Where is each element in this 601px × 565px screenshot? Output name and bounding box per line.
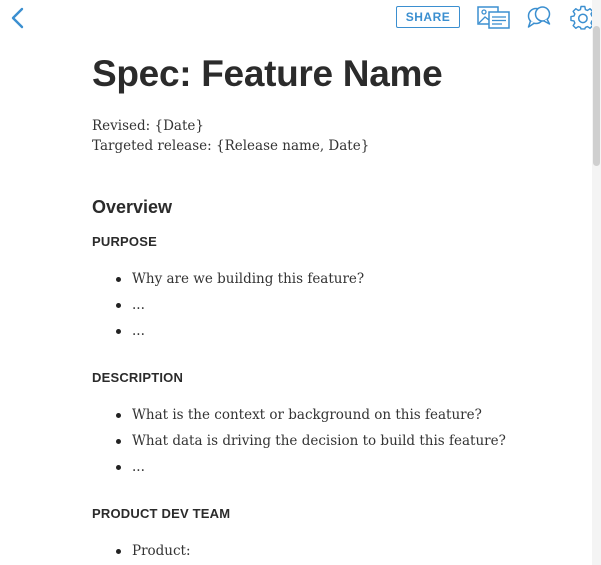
purpose-list: Why are we building this feature? ... ..…	[92, 266, 582, 344]
list-item[interactable]: Product:	[92, 538, 582, 564]
scrollbar-thumb[interactable]	[593, 26, 600, 166]
comments-icon	[527, 6, 551, 28]
scrollbar-track[interactable]	[592, 0, 601, 565]
comments-button[interactable]	[526, 5, 552, 31]
targeted-release-line[interactable]: Targeted release: {Release name, Date}	[92, 136, 582, 156]
list-item[interactable]: What data is driving the decision to bui…	[92, 428, 582, 454]
list-item[interactable]: ...	[92, 454, 582, 480]
share-button[interactable]: SHARE	[396, 6, 460, 28]
product-dev-team-heading[interactable]: PRODUCT DEV TEAM	[92, 506, 582, 521]
product-dev-team-list: Product:	[92, 538, 582, 564]
document-body[interactable]: Spec: Feature Name Revised: {Date} Targe…	[92, 52, 582, 564]
document-title[interactable]: Spec: Feature Name	[92, 52, 582, 96]
list-item[interactable]: Why are we building this feature?	[92, 266, 582, 292]
chevron-left-icon	[11, 7, 24, 29]
list-item[interactable]: ...	[92, 292, 582, 318]
description-heading[interactable]: DESCRIPTION	[92, 370, 582, 385]
revised-line[interactable]: Revised: {Date}	[92, 116, 582, 136]
media-button[interactable]	[477, 6, 511, 30]
document-meta: Revised: {Date} Targeted release: {Relea…	[92, 116, 582, 156]
media-library-icon	[477, 6, 510, 29]
list-item[interactable]: ...	[92, 318, 582, 344]
overview-heading[interactable]: Overview	[92, 197, 582, 218]
list-item[interactable]: What is the context or background on thi…	[92, 402, 582, 428]
purpose-heading[interactable]: PURPOSE	[92, 234, 582, 249]
back-button[interactable]	[8, 6, 30, 30]
description-list: What is the context or background on thi…	[92, 402, 582, 480]
editor-page: SHARE Spec: Feature Name Revised: {Date}…	[0, 0, 601, 565]
